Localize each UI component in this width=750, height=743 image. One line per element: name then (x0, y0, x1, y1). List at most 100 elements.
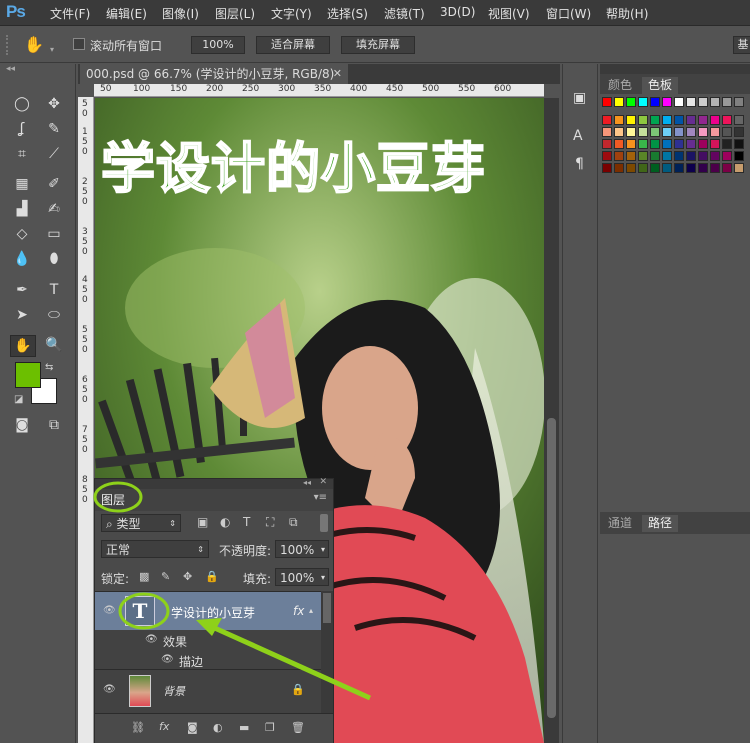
filter-type-icon[interactable]: T (243, 515, 250, 529)
filter-smart-object-icon[interactable]: ⧉ (289, 515, 298, 530)
color-swatch[interactable] (686, 97, 696, 107)
lock-all-icon[interactable]: 🔒 (205, 570, 219, 583)
menu-layer[interactable]: 图层(L) (215, 5, 255, 22)
type-tool-icon[interactable]: T (44, 280, 64, 300)
color-swatch[interactable] (626, 163, 636, 173)
color-swatch[interactable] (674, 97, 684, 107)
brush-tool-icon[interactable]: ✐ (44, 174, 64, 194)
character-panel-icon[interactable]: A (573, 128, 583, 144)
menu-type[interactable]: 文字(Y) (271, 5, 312, 22)
color-swatch[interactable] (698, 139, 708, 149)
panel-menu-icon[interactable]: ▾≡ (314, 492, 327, 503)
lock-pixels-icon[interactable]: ✎ (161, 570, 170, 583)
color-swatch[interactable] (674, 163, 684, 173)
fit-screen-button[interactable]: 适合屏幕 (256, 36, 330, 54)
add-style-icon[interactable]: fx (159, 720, 169, 733)
color-swatch[interactable] (662, 151, 672, 161)
color-swatch[interactable] (686, 127, 696, 137)
collapse-effects-icon[interactable]: ▴ (309, 606, 313, 615)
color-swatch[interactable] (686, 139, 696, 149)
layer-filter-select[interactable]: ⌕ 类型 ⇕ (101, 514, 181, 532)
color-swatch[interactable] (722, 97, 732, 107)
color-swatch[interactable] (698, 97, 708, 107)
color-swatch[interactable] (674, 151, 684, 161)
color-swatch[interactable] (614, 97, 624, 107)
tab-channels[interactable]: 通道 (602, 515, 638, 532)
zoom-tool-icon[interactable]: 🔍 (44, 335, 64, 355)
color-swatch[interactable] (602, 127, 612, 137)
blur-tool-icon[interactable]: 💧 (12, 249, 32, 269)
close-tab-icon[interactable]: ✕ (333, 64, 342, 84)
color-swatch[interactable] (722, 163, 732, 173)
lock-position-icon[interactable]: ✥ (183, 570, 192, 583)
history-panel-icon[interactable]: ▣ (573, 90, 586, 106)
color-swatch[interactable] (650, 115, 660, 125)
color-swatch[interactable] (626, 97, 636, 107)
color-swatch[interactable] (734, 115, 744, 125)
color-swatch[interactable] (674, 115, 684, 125)
new-layer-icon[interactable]: ❐ (265, 721, 275, 734)
collapse-icon[interactable]: ◂◂ (303, 478, 311, 487)
layer-name[interactable]: 学设计的小豆芽 (171, 604, 255, 621)
eraser-icon[interactable]: ◇ (12, 224, 32, 244)
marquee-tool-icon[interactable]: ◯ (12, 94, 32, 114)
tab-layers[interactable]: 图层 (101, 491, 125, 508)
screen-mode-icon[interactable]: ⧉ (44, 415, 64, 435)
visibility-eye-icon[interactable]: 👁 (145, 635, 159, 645)
color-swatch[interactable] (722, 139, 732, 149)
filter-adjustment-icon[interactable]: ◐ (220, 515, 230, 529)
color-swatch[interactable] (734, 139, 744, 149)
color-swatch[interactable] (734, 151, 744, 161)
color-swatch[interactable] (650, 151, 660, 161)
foreground-color-swatch[interactable] (15, 362, 41, 388)
visibility-eye-icon[interactable]: 👁 (103, 606, 117, 616)
dodge-tool-icon[interactable]: ⬮ (44, 249, 64, 269)
visibility-eye-icon[interactable]: 👁 (161, 655, 175, 665)
fill-screen-button[interactable]: 填充屏幕 (341, 36, 415, 54)
color-swatch[interactable] (602, 139, 612, 149)
color-swatch[interactable] (722, 151, 732, 161)
color-swatch[interactable] (614, 127, 624, 137)
layer-name[interactable]: 背景 (163, 683, 185, 699)
filter-pixel-icon[interactable]: ▣ (197, 515, 208, 529)
color-swatch[interactable] (602, 163, 612, 173)
blend-mode-select[interactable]: 正常 ⇕ (101, 540, 209, 558)
grip-handle[interactable] (6, 35, 10, 55)
color-swatch[interactable] (734, 97, 744, 107)
color-swatch[interactable] (698, 163, 708, 173)
gradient-tool-icon[interactable]: ▭ (44, 224, 64, 244)
tab-swatches[interactable]: 色板 (642, 77, 679, 94)
document-tab[interactable]: 000.psd @ 66.7% (学设计的小豆芽, RGB/8) ✕ (80, 64, 348, 84)
menu-window[interactable]: 窗口(W) (546, 5, 591, 22)
color-swatch[interactable] (698, 115, 708, 125)
color-swatch[interactable] (638, 139, 648, 149)
shape-tool-icon[interactable]: ⬭ (44, 305, 64, 325)
filter-toggle[interactable] (320, 514, 328, 532)
scrollbar-thumb[interactable] (547, 418, 556, 718)
menu-filter[interactable]: 滤镜(T) (384, 5, 425, 22)
close-icon[interactable]: ✕ (319, 477, 327, 487)
color-swatch[interactable] (650, 97, 660, 107)
color-swatch[interactable] (674, 139, 684, 149)
workspace-button[interactable]: 基 (733, 36, 750, 54)
pen-tool-icon[interactable]: ✒ (12, 280, 32, 300)
color-swatch[interactable] (662, 163, 672, 173)
paragraph-panel-icon[interactable]: ¶ (575, 156, 584, 172)
color-swatch[interactable] (662, 97, 672, 107)
delete-layer-icon[interactable]: 🗑 (291, 721, 305, 734)
lock-transparent-icon[interactable]: ▩ (139, 570, 149, 583)
layer-fx-badge[interactable]: fx (293, 604, 304, 618)
menu-view[interactable]: 视图(V) (488, 5, 530, 22)
color-swatch[interactable] (626, 127, 636, 137)
quick-select-icon[interactable]: ✎ (44, 119, 64, 139)
swatch-grid[interactable] (602, 97, 750, 197)
color-swatch[interactable] (602, 97, 612, 107)
color-swatch[interactable] (698, 127, 708, 137)
swap-colors-icon[interactable]: ⇆ (45, 362, 53, 373)
color-swatch[interactable] (686, 163, 696, 173)
color-swatch[interactable] (614, 139, 624, 149)
color-swatch[interactable] (710, 163, 720, 173)
layer-effects-row[interactable]: 👁 效果 (95, 630, 321, 650)
color-swatch[interactable] (638, 163, 648, 173)
chevron-down-icon[interactable]: ▾ (50, 45, 54, 54)
